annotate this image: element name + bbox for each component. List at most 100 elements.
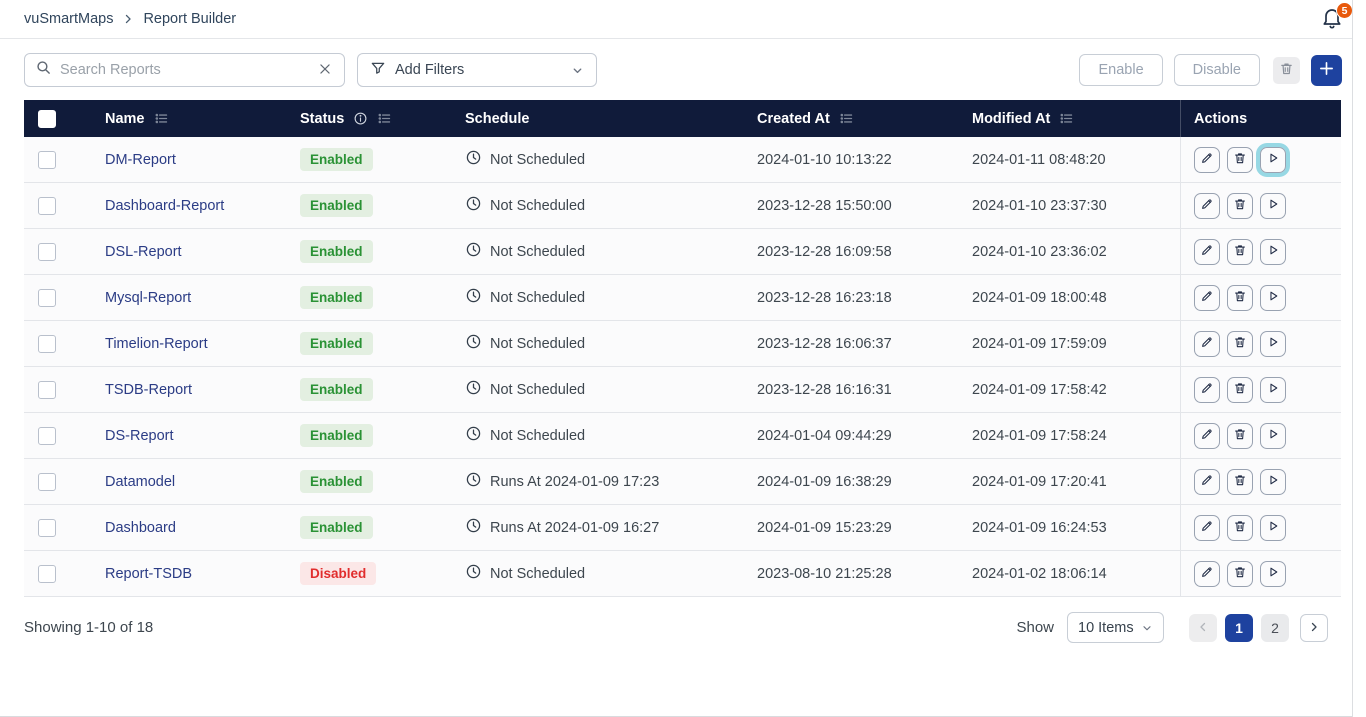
delete-button[interactable] [1227,515,1253,541]
row-checkbox[interactable] [38,565,56,583]
select-all-checkbox[interactable] [38,110,56,128]
schedule-text: Runs At 2024-01-09 17:23 [490,474,659,490]
run-button[interactable] [1260,239,1286,265]
add-report-button[interactable] [1311,55,1342,86]
run-button[interactable] [1260,515,1286,541]
toolbar-actions: Enable Disable [1079,54,1342,86]
report-name-cell: Dashboard-Report [105,198,300,214]
list-icon[interactable] [377,111,392,126]
edit-button[interactable] [1194,239,1220,265]
row-checkbox-cell [24,197,105,215]
row-checkbox[interactable] [38,381,56,399]
bulk-delete-button[interactable] [1273,57,1300,84]
row-checkbox[interactable] [38,151,56,169]
search-icon [35,59,52,81]
report-name-link[interactable]: Dashboard-Report [105,198,224,214]
row-checkbox-cell [24,289,105,307]
edit-button[interactable] [1194,423,1220,449]
edit-button[interactable] [1194,147,1220,173]
row-checkbox[interactable] [38,243,56,261]
edit-button[interactable] [1194,331,1220,357]
run-button[interactable] [1260,561,1286,587]
report-name-link[interactable]: Timelion-Report [105,336,208,352]
edit-button[interactable] [1194,469,1220,495]
list-icon[interactable] [1059,111,1074,126]
report-name-link[interactable]: Report-TSDB [105,566,192,582]
row-checkbox[interactable] [38,427,56,445]
run-button[interactable] [1260,285,1286,311]
column-header-status[interactable]: Status [300,111,465,127]
notifications-button[interactable]: 5 [1320,5,1348,33]
run-button[interactable] [1260,193,1286,219]
play-icon [1266,381,1280,398]
page-button-1[interactable]: 1 [1225,614,1253,642]
column-header-name[interactable]: Name [105,111,300,127]
report-name-link[interactable]: TSDB-Report [105,382,192,398]
delete-button[interactable] [1227,147,1253,173]
row-checkbox-cell [24,565,105,583]
delete-button[interactable] [1227,423,1253,449]
add-filters-dropdown[interactable]: Add Filters [357,53,597,87]
table-row: TSDB-Report Enabled Not Scheduled 2023-1… [24,367,1341,413]
row-checkbox[interactable] [38,519,56,537]
schedule-text: Not Scheduled [490,336,585,352]
chevron-right-icon [122,13,134,25]
disable-button[interactable]: Disable [1174,54,1260,86]
report-name-link[interactable]: Dashboard [105,520,176,536]
row-checkbox-cell [24,335,105,353]
list-icon[interactable] [154,111,169,126]
page-size-select[interactable]: 10 Items [1067,612,1164,643]
delete-button[interactable] [1227,377,1253,403]
breadcrumb-app[interactable]: vuSmartMaps [24,11,113,27]
run-button[interactable] [1260,423,1286,449]
status-badge: Enabled [300,148,373,171]
previous-page-button[interactable] [1189,614,1217,642]
delete-button[interactable] [1227,285,1253,311]
created-at-cell: 2023-12-28 16:23:18 [757,290,972,306]
edit-button[interactable] [1194,561,1220,587]
delete-button[interactable] [1227,193,1253,219]
row-checkbox-cell [24,381,105,399]
row-checkbox[interactable] [38,473,56,491]
plus-icon [1318,60,1335,80]
run-button[interactable] [1260,469,1286,495]
delete-button[interactable] [1227,561,1253,587]
scrollbar-track[interactable] [1352,0,1366,717]
pencil-icon [1200,473,1214,490]
report-name-link[interactable]: Mysql-Report [105,290,191,306]
delete-button[interactable] [1227,239,1253,265]
run-button[interactable] [1260,377,1286,403]
report-name-link[interactable]: Datamodel [105,474,175,490]
edit-button[interactable] [1194,515,1220,541]
run-button[interactable] [1260,331,1286,357]
row-checkbox[interactable] [38,289,56,307]
column-header-modified[interactable]: Modified At [972,111,1180,127]
table-header-row: Name Status Schedule Created At [24,100,1341,137]
page-button-2[interactable]: 2 [1261,614,1289,642]
row-checkbox[interactable] [38,335,56,353]
delete-button[interactable] [1227,331,1253,357]
delete-button[interactable] [1227,469,1253,495]
clock-icon [465,379,482,400]
actions-cell [1180,321,1341,366]
edit-button[interactable] [1194,193,1220,219]
column-header-created[interactable]: Created At [757,111,972,127]
next-page-button[interactable] [1300,614,1328,642]
clock-icon [465,195,482,216]
pencil-icon [1200,519,1214,536]
report-name-link[interactable]: DS-Report [105,428,174,444]
list-icon[interactable] [839,111,854,126]
search-input[interactable] [60,62,308,78]
report-name-link[interactable]: DSL-Report [105,244,182,260]
edit-button[interactable] [1194,285,1220,311]
info-icon[interactable] [353,111,368,126]
table-row: Datamodel Enabled Runs At 2024-01-09 17:… [24,459,1341,505]
row-checkbox[interactable] [38,197,56,215]
report-name-link[interactable]: DM-Report [105,152,176,168]
created-at-cell: 2023-08-10 21:25:28 [757,566,972,582]
chevron-right-icon [1308,620,1320,636]
enable-button[interactable]: Enable [1079,54,1162,86]
search-clear-button[interactable] [316,60,334,81]
run-button[interactable] [1260,147,1286,173]
edit-button[interactable] [1194,377,1220,403]
